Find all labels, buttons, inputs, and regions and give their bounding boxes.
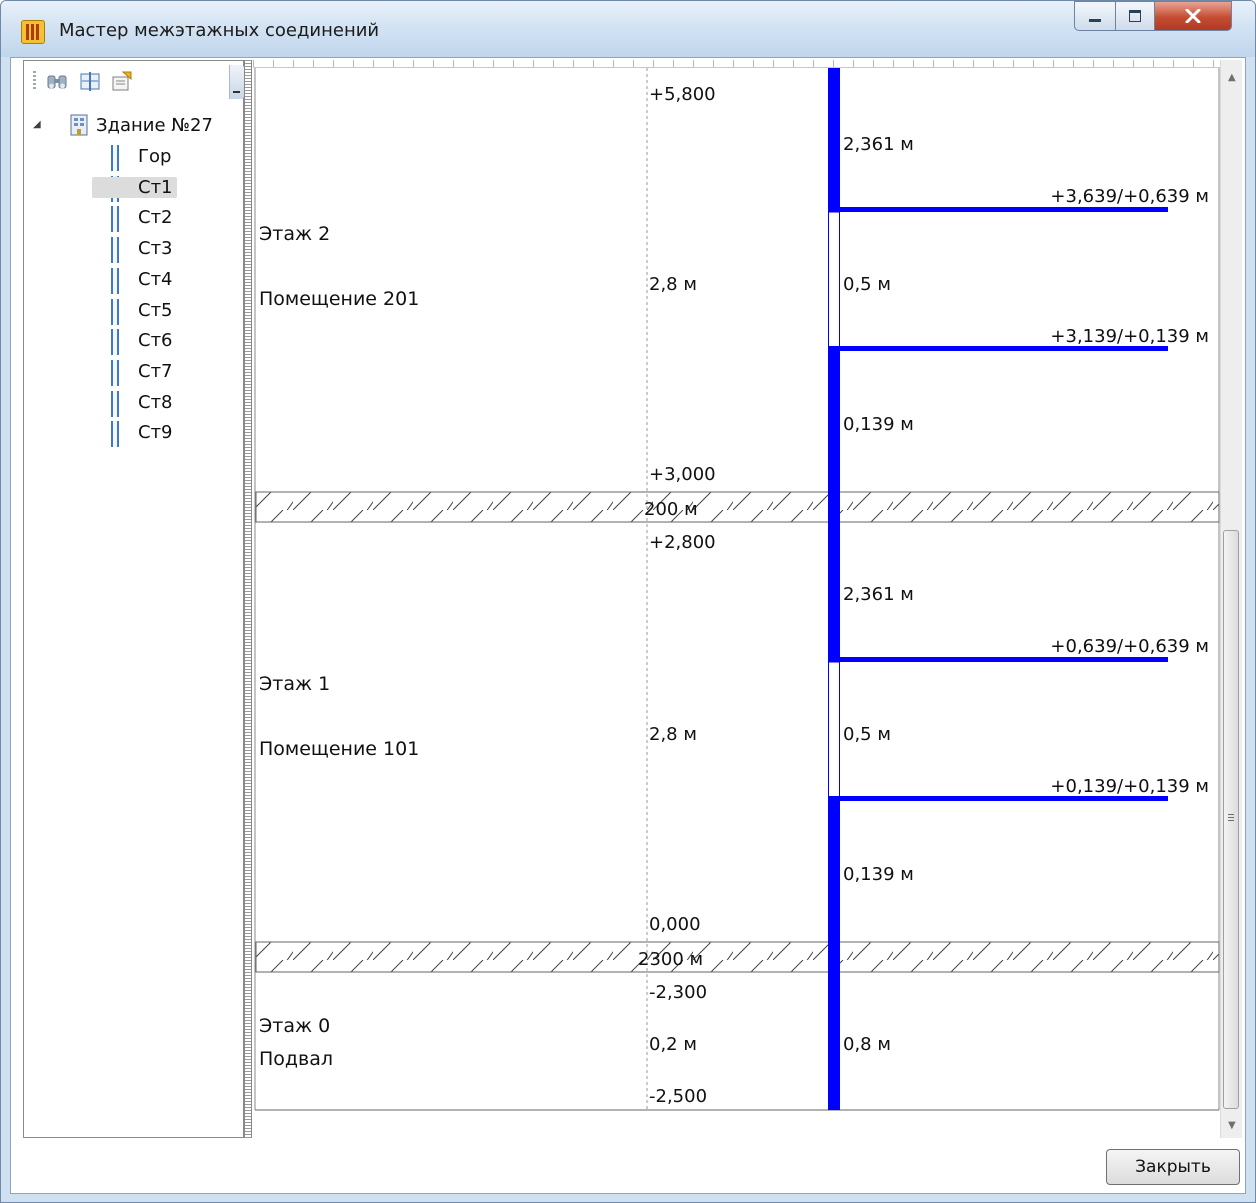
floor-0-top-mark: -2,300: [649, 982, 707, 1003]
floor-2-mid-segment: 0,5 м: [843, 274, 891, 295]
floor-0-height: 0,2 м: [649, 1034, 697, 1055]
scroll-down-icon[interactable]: ▼: [1228, 1120, 1236, 1131]
stand-icon: [111, 390, 119, 417]
app-radiator-icon: [21, 20, 45, 44]
floor-2-name: Этаж 2: [259, 223, 330, 245]
scroll-grip-icon: [1228, 814, 1234, 822]
stand-icon: [111, 298, 119, 325]
floor-2-lower-outlet-label: +3,139/+0,139 м: [1050, 326, 1209, 347]
tree-item-6[interactable]: Ст6: [138, 330, 173, 351]
floor-1-mid-segment: 0,5 м: [843, 724, 891, 745]
tree-item-9[interactable]: Ст9: [138, 422, 173, 443]
toolbar-grip: [33, 71, 36, 91]
toolbar-overflow-button[interactable]: [229, 65, 244, 99]
stand-icon: [111, 329, 119, 356]
basement-pipe: [828, 942, 840, 1110]
floor-1-mid-pipe: [828, 661, 840, 799]
floor-1-top-mark: +2,800: [649, 532, 716, 553]
floor-0-room: Подвал: [259, 1048, 333, 1070]
close-button[interactable]: Закрыть: [1106, 1149, 1240, 1185]
tree-pane: ◢ Здание №27 Гор Ст1 Ст2 Ст3 Ст4 Ст5 Ст6 Ст7 Ст8…: [23, 60, 244, 1138]
binoculars-icon[interactable]: [46, 70, 68, 92]
floor-2-lower-pipe: [828, 348, 840, 492]
floor-1-height: 2,8 м: [649, 724, 697, 745]
stand-icon: [111, 206, 119, 233]
floor-2-height: 2,8 м: [649, 274, 697, 295]
floor-1-lower-segment: 0,139 м: [843, 864, 914, 885]
floor-1-upper-pipe: [828, 492, 840, 659]
tree-item-8[interactable]: Ст8: [138, 392, 173, 413]
floor-1-lower-pipe: [828, 798, 840, 942]
floor-2-lower-segment: 0,139 м: [843, 414, 914, 435]
vertical-scrollbar[interactable]: ▲ ▼: [1220, 60, 1242, 1138]
tree-item-4[interactable]: Ст4: [138, 269, 173, 290]
stand-icon: [111, 237, 119, 264]
stand-icon: [111, 145, 119, 171]
building-icon: [69, 113, 89, 137]
tree-item-7[interactable]: Ст7: [138, 361, 173, 382]
maximize-button[interactable]: [1115, 1, 1155, 31]
stand-icon: [111, 421, 119, 448]
close-window-button[interactable]: [1154, 1, 1232, 31]
floor-2-bottom-mark: +3,000: [649, 464, 716, 485]
floor-2-upper-segment: 2,361 м: [843, 134, 914, 155]
floor-0-bottom-mark: -2,500: [649, 1086, 707, 1107]
riser-diagram: Этаж 2 Помещение 201 +5,800 2,8 м +3,000…: [254, 68, 1220, 1111]
split-view-icon[interactable]: [79, 70, 101, 92]
pane-splitter[interactable]: [244, 60, 252, 1138]
floor-2-upper-pipe: [828, 68, 840, 209]
floor-2-mid-pipe: [828, 211, 840, 349]
floor-2-top-mark: +5,800: [649, 84, 716, 105]
floor-1-upper-segment: 2,361 м: [843, 584, 914, 605]
minimize-icon: [1089, 18, 1101, 22]
minimize-button[interactable]: [1074, 1, 1116, 31]
close-icon: [1185, 9, 1201, 23]
slab-1-thickness: 200 м: [644, 499, 698, 520]
tree-item-1[interactable]: Ст1: [92, 176, 177, 198]
floor-2-upper-outlet-label: +3,639/+0,639 м: [1050, 186, 1209, 207]
stand-icon: [111, 359, 119, 386]
slab-2-thickness: 2300 м: [638, 949, 703, 970]
floor-0-segment: 0,8 м: [843, 1034, 891, 1055]
tree-item-3[interactable]: Ст3: [138, 238, 173, 259]
stand-icon: [111, 267, 119, 294]
client-area: ◢ Здание №27 Гор Ст1 Ст2 Ст3 Ст4 Ст5 Ст6 Ст7 Ст8…: [10, 57, 1246, 1194]
floor-1-lower-outlet-label: +0,139/+0,139 м: [1050, 776, 1209, 797]
floor-2-upper-outlet: [828, 207, 1168, 212]
slab-2: [255, 941, 1220, 973]
slab-1: [255, 491, 1220, 523]
floor-1-room: Помещение 101: [259, 738, 419, 760]
floor-0-name: Этаж 0: [259, 1015, 330, 1037]
tree-toolbar: [24, 61, 244, 101]
floor-1-upper-outlet: [828, 657, 1168, 662]
maximize-icon: [1129, 10, 1141, 22]
wizard-window: Мастер межэтажных соединений ◢ Здание №2…: [0, 0, 1256, 1203]
floor-2-room: Помещение 201: [259, 288, 419, 310]
title-bar: Мастер межэтажных соединений: [1, 1, 1255, 57]
floor-1-name: Этаж 1: [259, 673, 330, 695]
tree-expander-icon[interactable]: ◢: [33, 119, 41, 130]
riser-diagram-canvas: Этаж 2 Помещение 201 +5,800 2,8 м +3,000…: [253, 60, 1220, 1138]
scrollbar-thumb[interactable]: [1223, 530, 1239, 1109]
tree-building-label[interactable]: Здание №27: [96, 115, 213, 136]
window-title: Мастер межэтажных соединений: [59, 20, 380, 41]
tree-item-5[interactable]: Ст5: [138, 300, 173, 321]
properties-icon[interactable]: [111, 70, 133, 92]
floor-1-upper-outlet-label: +0,639/+0,639 м: [1050, 636, 1209, 657]
floor-1-bottom-mark: 0,000: [649, 914, 701, 935]
tree-item-0[interactable]: Гор: [138, 146, 171, 167]
scroll-up-icon[interactable]: ▲: [1228, 72, 1236, 83]
tree-item-2[interactable]: Ст2: [138, 207, 173, 228]
